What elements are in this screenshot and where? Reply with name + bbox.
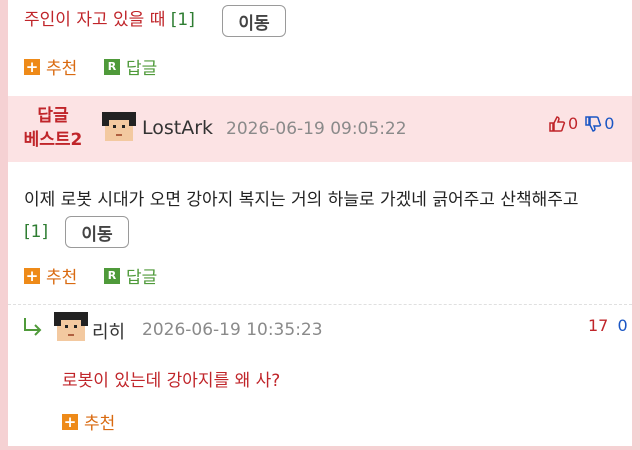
comment-body-block: 이제 로봇 시대가 오면 강아지 복지는 거의 하늘로 가겠네 긁어주고 산책해…	[24, 186, 628, 214]
reply-arrow-icon	[24, 318, 42, 336]
move-button-label: 이동	[81, 224, 113, 245]
best-label-line1: 답글	[37, 106, 69, 126]
plus-icon: +	[24, 57, 40, 76]
vote-box: 17 0	[588, 316, 628, 335]
thumbs-up-icon[interactable]	[548, 115, 566, 133]
reply-count[interactable]: [1]	[24, 218, 48, 246]
page-border	[0, 446, 640, 450]
timestamp: 2026-06-19 09:05:22	[226, 119, 407, 139]
reply-button[interactable]: R 답글	[104, 263, 157, 288]
recommend-button[interactable]: + 추천	[24, 54, 77, 79]
username[interactable]: LostArk	[142, 117, 213, 139]
recommend-label: 추천	[46, 59, 78, 79]
thumbs-down-icon[interactable]	[584, 115, 602, 133]
best-badge: 답글 베스트2	[18, 104, 88, 152]
reply-r-icon: R	[104, 267, 120, 284]
comment-text: 주인이 자고 있을 때 [1]	[24, 8, 195, 32]
reply-body: 로봇이 있는데 강아지를 왜 사?	[62, 371, 281, 391]
username[interactable]: 리히	[92, 318, 125, 344]
like-count: 0	[568, 114, 579, 133]
like-count: 17	[588, 316, 609, 335]
avatar-icon	[54, 312, 88, 341]
move-button[interactable]: 이동	[222, 5, 286, 37]
plus-icon: +	[24, 266, 40, 285]
comment-body: 이제 로봇 시대가 오면 강아지 복지는 거의 하늘로 가겠네 긁어주고 산책해…	[24, 190, 579, 210]
reply-count[interactable]: [1]	[171, 10, 195, 30]
comment-body: 주인이 자고 있을 때	[24, 10, 171, 30]
dislike-count: 0	[617, 316, 628, 335]
move-button[interactable]: 이동	[65, 216, 129, 248]
reply-label: 답글	[126, 268, 158, 288]
move-button-label: 이동	[238, 13, 270, 34]
recommend-button[interactable]: + 추천	[24, 263, 77, 288]
comment-frame: 주인이 자고 있을 때 [1] 이동 + 추천 R 답글 답글 베스트2 Los…	[8, 0, 632, 446]
avatar-icon	[102, 112, 136, 141]
timestamp: 2026-06-19 10:35:23	[142, 320, 323, 340]
divider	[8, 304, 632, 305]
plus-icon: +	[62, 412, 78, 431]
recommend-button[interactable]: + 추천	[62, 409, 115, 434]
dislike-count: 0	[604, 114, 615, 133]
recommend-label: 추천	[46, 268, 78, 288]
best-label-line2: 베스트2	[23, 130, 83, 150]
reply-button[interactable]: R 답글	[104, 54, 157, 79]
vote-box: 0 0	[548, 114, 614, 133]
reply-label: 답글	[126, 59, 158, 79]
reply-r-icon: R	[104, 58, 120, 75]
recommend-label: 추천	[84, 414, 116, 434]
